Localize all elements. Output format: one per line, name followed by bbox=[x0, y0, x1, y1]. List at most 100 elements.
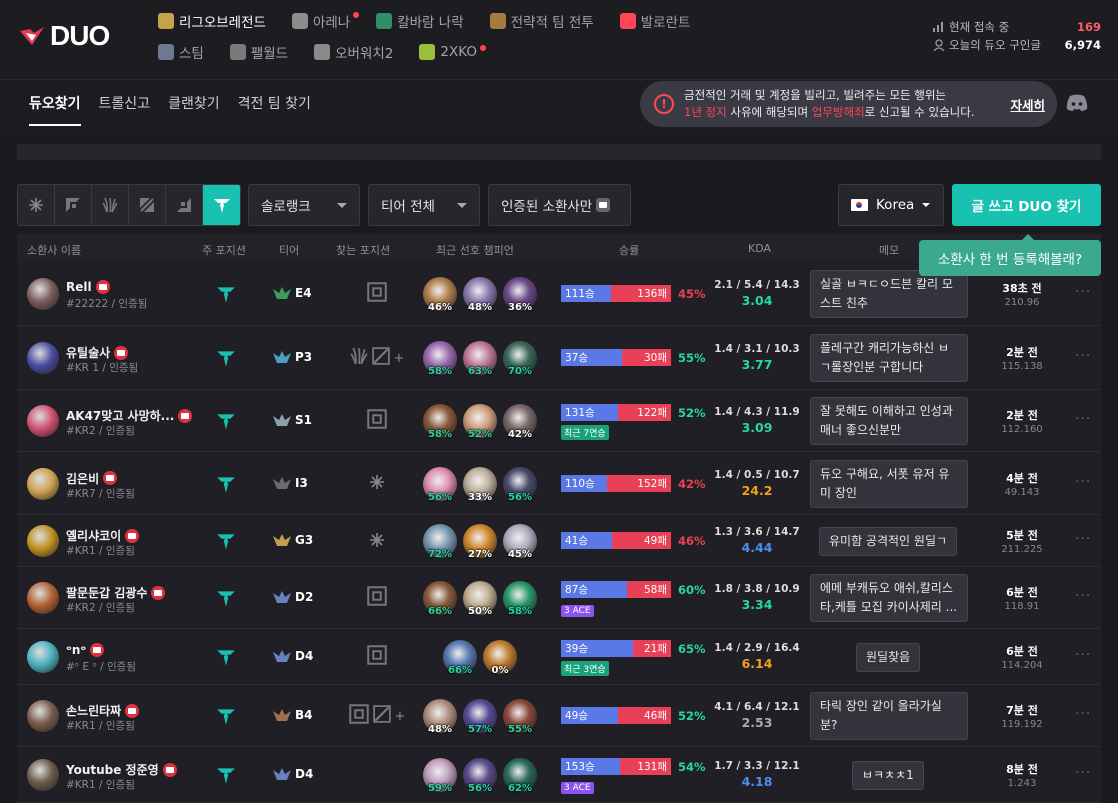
table-row[interactable]: 옐리샤코이 #KR1 / 인증됨 G3 72% 27% 45% 41승 49패 46% 1.3 /… bbox=[17, 515, 1101, 567]
champion-portrait[interactable]: 72% bbox=[423, 524, 457, 560]
position-support-button[interactable] bbox=[203, 185, 240, 225]
champion-portrait[interactable]: 48% bbox=[423, 699, 457, 735]
champion-portrait[interactable]: 52% bbox=[463, 404, 497, 440]
more-icon[interactable]: ··· bbox=[1075, 411, 1093, 427]
champion-portrait[interactable]: 42% bbox=[503, 404, 537, 440]
champion-portrait[interactable]: 57% bbox=[463, 699, 497, 735]
champion-portrait[interactable]: 59% bbox=[423, 758, 457, 794]
table-row[interactable]: 김은비 #KR7 / 인증됨 I3 56% 33% 56% 110승 152패 42% 1.4 /… bbox=[17, 452, 1101, 515]
more-icon[interactable]: ··· bbox=[1075, 765, 1093, 781]
champion-portrait[interactable]: 36% bbox=[503, 277, 537, 313]
game-link[interactable]: 스팀 bbox=[158, 42, 204, 62]
more-icon[interactable]: ··· bbox=[1075, 588, 1093, 604]
tier: P3 bbox=[273, 350, 312, 364]
game-link[interactable]: 2XKO bbox=[419, 44, 486, 60]
summoner-name[interactable]: 김은비 bbox=[66, 470, 118, 487]
memo[interactable]: 실골 ㅂㅋㄷㅇ드븐 칼리 모스트 친추 bbox=[810, 270, 968, 318]
game-link[interactable]: 발로란트 bbox=[619, 11, 690, 31]
champion-portrait[interactable]: 27% bbox=[463, 524, 497, 560]
memo[interactable]: 듀오 구해요, 서폿 유저 유미 장인 bbox=[810, 459, 968, 508]
wins: 111승 bbox=[561, 285, 611, 302]
more-icon[interactable]: ··· bbox=[1075, 706, 1093, 722]
write-post-button[interactable]: 글 쓰고 DUO 찾기 bbox=[952, 184, 1101, 226]
champion-portrait[interactable]: 55% bbox=[503, 699, 537, 735]
summoner-name[interactable]: AK47맞고 사망하... bbox=[66, 407, 193, 424]
champion-portrait[interactable]: 58% bbox=[423, 341, 457, 377]
table-row[interactable]: 손느린타짜 #KR1 / 인증됨 B4 +48% 57% 55% 49승 46패 52% 4.1 … bbox=[17, 685, 1101, 747]
tab-item[interactable]: 격전 팀 찾기 bbox=[238, 93, 311, 126]
game-link[interactable]: 리그오브레전드 bbox=[158, 11, 266, 31]
more-icon[interactable]: ··· bbox=[1075, 647, 1093, 663]
game-link[interactable]: 전략적 팀 전투 bbox=[489, 11, 594, 31]
memo[interactable]: 잘 못해도 이해하고 인성과 매너 좋으신분만 bbox=[810, 397, 968, 445]
verified-toggle[interactable]: 인증된 소환사만 bbox=[488, 184, 631, 226]
game-link[interactable]: 칼바람 나락 bbox=[376, 11, 464, 31]
summoner-name[interactable]: Youtube 정준영 bbox=[66, 761, 177, 778]
table-row[interactable]: AK47맞고 사망하... #KR2 / 인증됨 S1 58% 52% 42% 131승 12… bbox=[17, 390, 1101, 452]
memo[interactable]: 플레구간 캐리가능하신 ㅂㄱ롤장인분 구합니다 bbox=[810, 334, 968, 382]
champion-portrait[interactable]: 45% bbox=[503, 524, 537, 560]
more-icon[interactable]: ··· bbox=[1075, 531, 1093, 547]
summoner-name[interactable]: 팔문둔갑 김광수 bbox=[66, 584, 166, 601]
champion-portrait[interactable]: 66% bbox=[443, 640, 477, 676]
kda: 1.4 / 4.3 / 11.9 3.09 bbox=[707, 406, 807, 435]
tab-item[interactable]: 클랜찾기 bbox=[168, 93, 220, 126]
tab-item[interactable]: 듀오찾기 bbox=[29, 93, 81, 126]
memo[interactable]: 원딜찾음 bbox=[856, 642, 921, 672]
memo[interactable]: 에메 부캐듀오 애쉬,칼리스타,케틀 모집 카이사제리 ... bbox=[810, 574, 968, 622]
more-icon[interactable]: ··· bbox=[1075, 474, 1093, 490]
position-top-button[interactable] bbox=[55, 185, 92, 225]
champion-portrait[interactable]: 66% bbox=[423, 581, 457, 617]
table-row[interactable]: ᵒnᵒ #ᵒ E ᵒ / 인증됨 D4 66% 0% 39승 21패 65% 최근 3연승 1.4… bbox=[17, 629, 1101, 685]
memo[interactable]: 타릭 장인 같이 올라가실 분? bbox=[810, 692, 968, 740]
champion-portrait[interactable]: 56% bbox=[503, 466, 537, 503]
game-link[interactable]: 오버워치2 bbox=[314, 42, 393, 62]
champion-portrait[interactable]: 56% bbox=[463, 758, 497, 794]
winrate: 87승 58패 60% 3 ACE bbox=[561, 581, 706, 617]
region-select[interactable]: Korea bbox=[838, 184, 944, 226]
game-icon bbox=[489, 13, 506, 29]
position-bot-button[interactable] bbox=[166, 185, 203, 225]
table-row[interactable]: 팔문둔갑 김광수 #KR2 / 인증됨 D2 66% 50% 58% 87승 58패 60% 3 … bbox=[17, 567, 1101, 629]
summoner-name[interactable]: Rell bbox=[66, 280, 110, 294]
position-jungle-button[interactable] bbox=[92, 185, 129, 225]
tier-text: B4 bbox=[295, 708, 313, 722]
verified-badge-icon bbox=[125, 528, 140, 543]
table-row[interactable]: 유틸술사 #KR 1 / 인증됨 P3 +58% 63% 70% 37승 30패 55% 1.4 … bbox=[17, 326, 1101, 390]
champion-portrait[interactable]: 48% bbox=[463, 277, 497, 313]
more-icon[interactable]: ··· bbox=[1075, 284, 1093, 300]
tab-item[interactable]: 트롤신고 bbox=[99, 93, 151, 126]
champion-portrait[interactable]: 0% bbox=[483, 640, 517, 676]
summoner-name[interactable]: 유틸술사 bbox=[66, 344, 129, 361]
queue-select[interactable]: 솔로랭크 bbox=[248, 184, 360, 226]
duo-logo[interactable]: DUO bbox=[20, 20, 110, 52]
position-mid-button[interactable] bbox=[129, 185, 166, 225]
champion-portrait[interactable]: 62% bbox=[503, 758, 537, 794]
champion-portrait[interactable]: 63% bbox=[463, 341, 497, 377]
summoner-name[interactable]: 옐리샤코이 bbox=[66, 527, 140, 544]
discord-icon[interactable] bbox=[1066, 94, 1088, 112]
time-ago: 6분 전 bbox=[1006, 586, 1038, 599]
summoner-name[interactable]: 손느린타짜 bbox=[66, 702, 140, 719]
game-link[interactable]: 아레나 bbox=[291, 11, 360, 31]
more-icon[interactable]: ··· bbox=[1075, 348, 1093, 364]
position-all-button[interactable] bbox=[18, 185, 55, 225]
game-link[interactable]: 팰월드 bbox=[229, 42, 288, 62]
table-row[interactable]: Youtube 정준영 #KR1 / 인증됨 D4 59% 56% 62% 153승 131패… bbox=[17, 747, 1101, 803]
notice-more-link[interactable]: 자세히 bbox=[1010, 95, 1045, 114]
champion-portrait[interactable]: 33% bbox=[463, 466, 497, 503]
tier-select[interactable]: 티어 전체 bbox=[368, 184, 480, 226]
champion-portrait[interactable]: 58% bbox=[423, 404, 457, 440]
memo[interactable]: ㅂㅋㅊㅊ1 bbox=[852, 760, 924, 790]
tier: E4 bbox=[273, 286, 312, 300]
champion-portrait[interactable]: 46% bbox=[423, 277, 457, 313]
winrate: 153승 131패 54% 3 ACE bbox=[561, 758, 706, 794]
memo[interactable]: 유미함 공격적인 원딜ㄱ bbox=[819, 526, 958, 556]
summoner-name[interactable]: ᵒnᵒ bbox=[66, 643, 105, 657]
champion-winrate: 72% bbox=[428, 549, 452, 560]
champion-portrait[interactable]: 56% bbox=[423, 466, 457, 503]
champion-portrait[interactable]: 58% bbox=[503, 581, 537, 617]
register-tooltip: 소환사 한 번 등록해볼래? bbox=[919, 234, 1101, 276]
champion-portrait[interactable]: 50% bbox=[463, 581, 497, 617]
champion-portrait[interactable]: 70% bbox=[503, 341, 537, 377]
